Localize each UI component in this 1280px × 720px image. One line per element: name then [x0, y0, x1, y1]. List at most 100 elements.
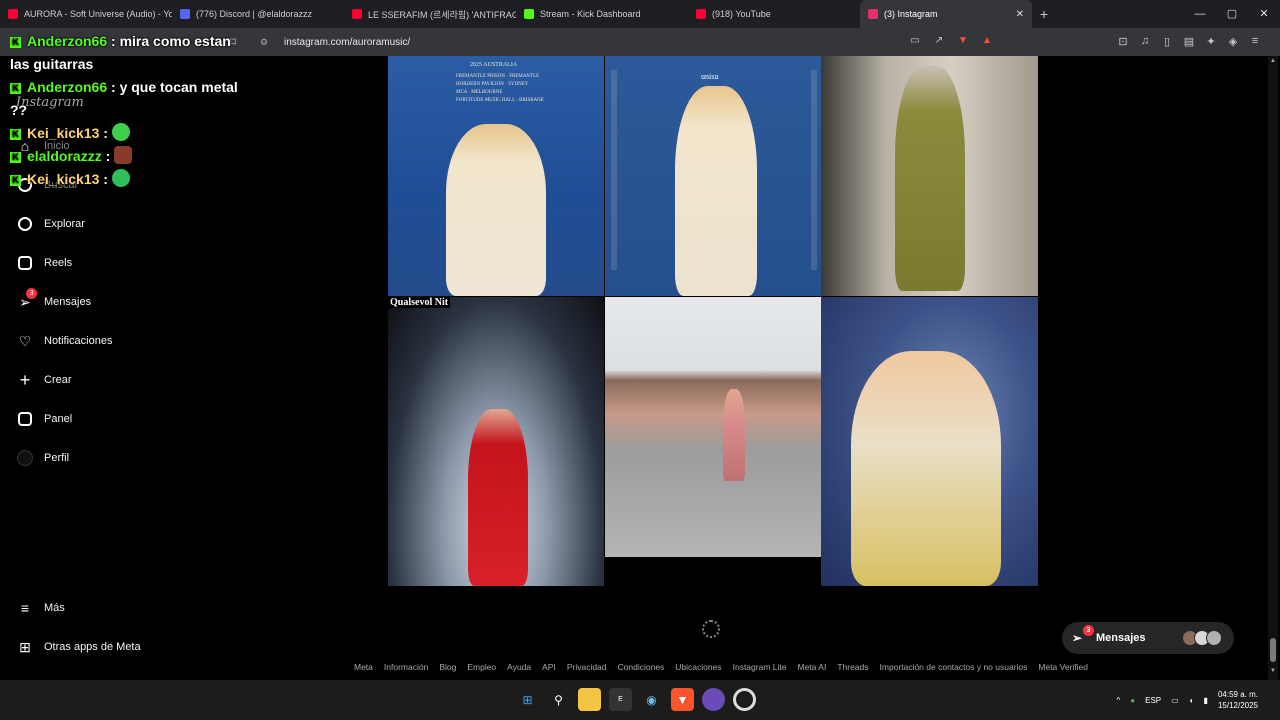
footer-link[interactable]: Threads: [837, 662, 868, 672]
scroll-down-icon[interactable]: ▼: [1268, 668, 1278, 674]
steam-icon[interactable]: ◉: [640, 688, 663, 711]
tab-title: (3) Instagram: [884, 9, 938, 19]
messages-pill-button[interactable]: ➢ 3 Mensajes: [1062, 622, 1234, 654]
wallet-icon[interactable]: ▤: [1182, 35, 1196, 49]
search-icon[interactable]: ⚲: [547, 688, 570, 711]
emote-icon: [111, 169, 130, 187]
profile-posts-grid: 2025 AUSTRALIA FREMANTLE PRISON · FREMAN…: [388, 56, 1038, 586]
footer-link[interactable]: Condiciones: [618, 662, 665, 672]
close-tab-icon[interactable]: ✕: [1016, 9, 1024, 20]
sidebar-item-reels[interactable]: Reels: [16, 253, 72, 273]
footer-link[interactable]: API: [542, 662, 556, 672]
footer-link[interactable]: Meta Verified: [1038, 662, 1088, 672]
footer-link[interactable]: Ubicaciones: [675, 662, 721, 672]
page-scrollbar[interactable]: ▲ ▼: [1268, 56, 1278, 680]
unread-badge: 3: [26, 288, 37, 299]
footer-link[interactable]: Blog: [439, 662, 456, 672]
tab-kick[interactable]: Stream - Kick Dashboard: [516, 0, 688, 28]
language-indicator[interactable]: ESP: [1145, 696, 1161, 705]
post-caption: Qualsevol Nit: [388, 297, 451, 308]
close-window-button[interactable]: ✕: [1248, 0, 1280, 28]
tab-title: AURORA - Soft Universe (Audio) - Yo: [24, 9, 172, 19]
scrollbar-thumb[interactable]: [1270, 638, 1276, 662]
window-controls: — ▢ ✕: [1184, 0, 1280, 28]
sidebar-item-notificaciones[interactable]: ♡ Notificaciones: [16, 331, 113, 351]
heart-icon: ♡: [18, 332, 32, 349]
share-icon[interactable]: ↗: [932, 35, 946, 49]
footer-links: Meta Información Blog Empleo Ayuda API P…: [354, 662, 1088, 672]
sidebar-item-mas[interactable]: ≡ Más: [16, 598, 65, 618]
post-tile[interactable]: [821, 56, 1038, 296]
obs-icon[interactable]: [702, 688, 725, 711]
tab-title: (918) YouTube: [712, 9, 771, 19]
footer-link[interactable]: Importación de contactos y no usuarios: [880, 662, 1028, 672]
clock[interactable]: 04:59 a. m. 15/12/2025: [1218, 689, 1258, 711]
scroll-up-icon[interactable]: ▲: [1268, 58, 1278, 64]
tab-youtube[interactable]: (918) YouTube: [688, 0, 860, 28]
minimize-button[interactable]: —: [1184, 0, 1216, 28]
battery-icon[interactable]: ▮: [1204, 696, 1208, 705]
footer-link[interactable]: Información: [384, 662, 428, 672]
maximize-button[interactable]: ▢: [1216, 0, 1248, 28]
windows-start-icon[interactable]: ⊞: [516, 688, 539, 711]
network-icon[interactable]: ▭: [1171, 696, 1179, 705]
chat-message: K Anderzon66 : mira como estan las guitar…: [10, 30, 250, 76]
artist-figure: [446, 124, 546, 296]
volume-icon[interactable]: ◖: [1189, 696, 1194, 705]
microphone-icon[interactable]: ●: [1130, 696, 1135, 705]
new-tab-button[interactable]: +: [1032, 6, 1056, 22]
tab-instagram[interactable]: (3) Instagram ✕: [860, 0, 1032, 28]
tab-lesserafim[interactable]: LE SSERAFIM (르세라핌) 'ANTIFRAGI: [344, 0, 516, 28]
footer-link[interactable]: Instagram Lite: [733, 662, 787, 672]
post-tile[interactable]: 2025 AUSTRALIA FREMANTLE PRISON · FREMAN…: [388, 56, 604, 296]
sidebar-item-perfil[interactable]: Perfil: [16, 448, 69, 468]
file-explorer-icon[interactable]: [578, 688, 601, 711]
site-info-icon[interactable]: ⚙: [260, 37, 274, 48]
tab-aurora[interactable]: AURORA - Soft Universe (Audio) - Yo: [0, 0, 172, 28]
sidebar-item-panel[interactable]: Panel: [16, 409, 72, 429]
sidebar-item-crear[interactable]: + Crear: [16, 370, 72, 390]
brave-rewards-icon[interactable]: ▲: [980, 35, 994, 49]
vpn-icon[interactable]: ◈: [1226, 35, 1240, 49]
footer-link[interactable]: Meta: [354, 662, 373, 672]
meta-apps-icon: ⊞: [19, 638, 31, 655]
post-tile[interactable]: Qualsevol Nit: [388, 297, 604, 586]
kick-icon: K: [10, 129, 21, 140]
sidebar-icon[interactable]: ▯: [1160, 35, 1174, 49]
screenshot-icon[interactable]: ⊡: [1116, 35, 1130, 49]
footer-link[interactable]: Privacidad: [567, 662, 607, 672]
music-icon[interactable]: ♫: [1138, 35, 1152, 49]
kick-icon: K: [10, 37, 21, 48]
chat-text: :: [105, 148, 111, 164]
sidebar-item-otras-apps[interactable]: ⊞ Otras apps de Meta: [16, 637, 140, 657]
epic-games-icon[interactable]: E: [609, 688, 632, 711]
tab-title: LE SSERAFIM (르세라핌) 'ANTIFRAGI: [368, 9, 516, 20]
menu-icon[interactable]: ≡: [1248, 35, 1262, 49]
sidebar-item-label: Crear: [44, 374, 72, 386]
address-bar[interactable]: ⚙ instagram.com/auroramusic/: [254, 32, 994, 52]
footer-link[interactable]: Ayuda: [507, 662, 531, 672]
footer-link[interactable]: Meta AI: [797, 662, 826, 672]
chat-username: Anderzon66: [27, 79, 108, 95]
sidebar-item-explorar[interactable]: Explorar: [16, 214, 85, 234]
windows-taskbar: ⊞ ⚲ E ◉ ▼ ^ ● ESP ▭ ◖ ▮ 04:59 a. m. 15/1…: [0, 680, 1280, 720]
post-tile[interactable]: unisu: [605, 56, 821, 296]
chevron-up-icon[interactable]: ^: [1117, 696, 1121, 705]
footer-link[interactable]: Empleo: [467, 662, 496, 672]
youtube-icon: [352, 9, 362, 19]
post-tile[interactable]: [821, 297, 1038, 586]
chrome-icon[interactable]: [733, 688, 756, 711]
chat-message: Kelaldorazzz :: [10, 145, 250, 168]
chat-username: Kei_kick13: [27, 125, 100, 141]
brave-shields-icon[interactable]: ▼: [956, 35, 970, 49]
brave-browser-icon[interactable]: ▼: [671, 688, 694, 711]
cast-icon[interactable]: ▭: [908, 35, 922, 49]
tab-discord[interactable]: (776) Discord | @elaldorazzz: [172, 0, 344, 28]
emote-icon: [114, 146, 133, 164]
post-tile[interactable]: [605, 297, 821, 557]
leo-ai-icon[interactable]: ✦: [1204, 35, 1218, 49]
kick-icon: K: [10, 175, 21, 186]
sidebar-item-mensajes[interactable]: ➢ 3 Mensajes: [16, 288, 91, 312]
system-tray: ^ ● ESP ▭ ◖ ▮ 04:59 a. m. 15/12/2025: [1117, 680, 1258, 720]
tour-dates-left: [611, 70, 671, 270]
